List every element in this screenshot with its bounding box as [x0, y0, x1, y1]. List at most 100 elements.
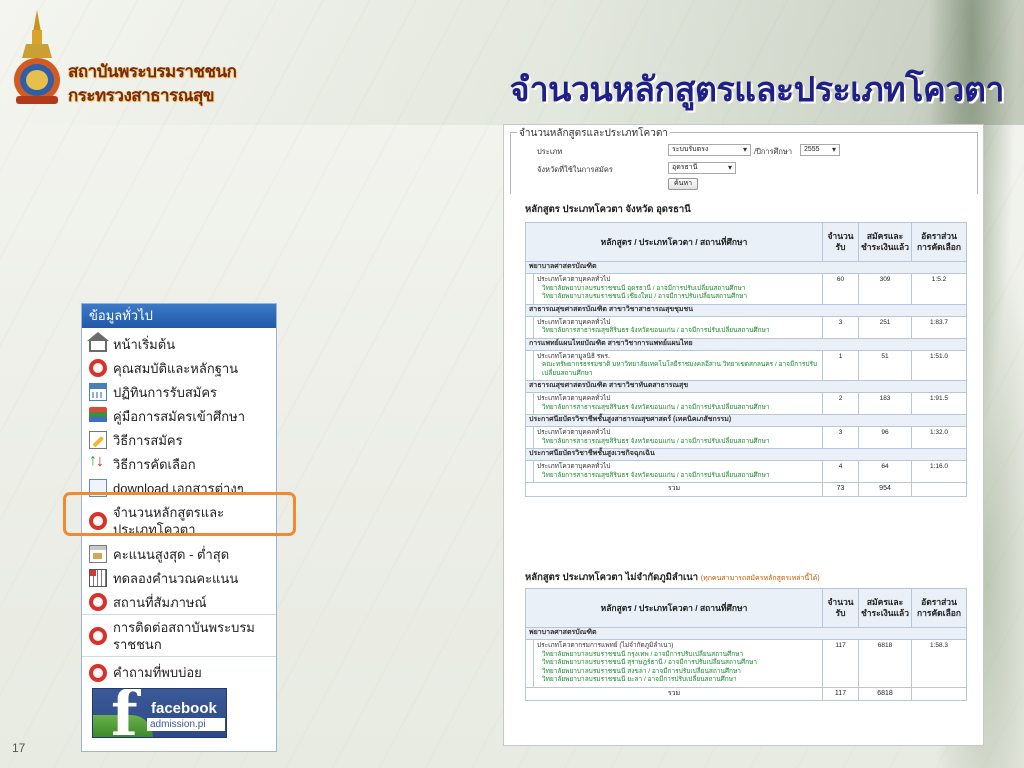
- course-group-row: ประกาศนียบัตรวิชาชีพชั้นสูงเวชกิจฉุกเฉิน: [524, 448, 968, 461]
- column-header: อัตราส่วนการคัดเลือก: [911, 588, 968, 628]
- course-name: การแพทย์แผนไทยบัณฑิต สาขาวิชาการแพทย์แผน…: [524, 337, 968, 351]
- facebook-account: admission.pi: [147, 718, 225, 731]
- course-detail-cell: ประเภทโควตามูลนิธิ รพร. คณะทรัพยากรธรรมช…: [532, 349, 824, 381]
- lifebuoy-icon: [89, 663, 107, 682]
- course-group-row: ประกาศนียบัตรวิชาชีพชั้นสูงสาธารณสุขศาสต…: [524, 414, 968, 427]
- menu-item-contact[interactable]: การติดต่อสถาบันพระบรม ราชชนก: [82, 614, 276, 656]
- study-place: คณะทรัพยากรธรรมชาติ มหาวิทยาลัยเทคโนโลยี…: [542, 361, 818, 377]
- selection-ratio: 1:58.3: [911, 639, 968, 688]
- menu-item-interview-place[interactable]: สถานที่สัมภาษณ์: [82, 590, 276, 614]
- total-quota: 117: [822, 686, 860, 701]
- menu-item-qualifications[interactable]: คุณสมบัติและหลักฐาน: [82, 356, 276, 380]
- year-select[interactable]: 2555: [800, 144, 840, 156]
- quota-count: 3: [822, 315, 860, 339]
- quota-type: ประเภทโควตาบุคคลทั่วไป: [537, 395, 611, 402]
- course-name: พยาบาลศาสตรบัณฑิต: [524, 261, 968, 274]
- table-header-row: หลักสูตร / ประเภทโควตา / สถานที่ศึกษา จำ…: [524, 222, 968, 262]
- organization-line-1: สถาบันพระบรมราชชนก: [68, 62, 237, 82]
- section-title-nationwide: หลักสูตร ประเภทโควตา ไม่จำกัดภูมิลำเนา (…: [525, 570, 820, 585]
- quota-type: ประเภทโควตาบุคคลทั่วไป: [537, 276, 611, 283]
- lifebuoy-icon: [89, 359, 107, 377]
- quota-results-panel: จำนวนหลักสูตรและประเภทโควตา ประเภท ระบบร…: [503, 124, 984, 746]
- books-icon: [89, 407, 107, 425]
- applied-count: 6818: [858, 639, 913, 688]
- applied-count: 64: [858, 460, 913, 483]
- organization-name: สถาบันพระบรมราชชนก กระทรวงสาธารณสุข: [68, 60, 237, 108]
- quota-count: 2: [822, 392, 860, 415]
- organization-line-2: กระทรวงสาธารณสุข: [68, 86, 214, 106]
- menu-list: หน้าเริ่มต้น คุณสมบัติและหลักฐาน ปฏิทินก…: [82, 328, 276, 688]
- menu-item-selection-method[interactable]: วิธีการคัดเลือก: [82, 452, 276, 476]
- menu-item-max-min-score[interactable]: คะแนนสูงสุด - ต่ำสุด: [82, 542, 276, 566]
- study-place: วิทยาลัยพยาบาลบรมราชชนนี กรุงเทพ / อาจมี…: [542, 650, 744, 658]
- total-label: รวม: [524, 482, 824, 497]
- menu-item-label: จำนวนหลักสูตรและประเภทโควตา: [113, 505, 225, 537]
- course-group-row: การแพทย์แผนไทยบัณฑิต สาขาวิชาการแพทย์แผน…: [524, 337, 968, 351]
- quota-count: 3: [822, 426, 860, 449]
- lifebuoy-icon: [89, 512, 107, 530]
- course-detail-cell: ประเภทโควตากรมการแพทย์ (ไม่จำกัดภูมิลำเน…: [532, 639, 824, 688]
- pencil-icon: [89, 431, 107, 449]
- column-header: สมัครและชำระเงินแล้ว: [858, 222, 913, 262]
- document-icon: [89, 479, 107, 497]
- type-select[interactable]: ระบบรับตรง: [668, 144, 751, 156]
- quota-count: 1: [822, 349, 860, 381]
- menu-item-label: สถานที่สัมภาษณ์: [113, 594, 207, 610]
- quota-type: ประเภทโควตากรมการแพทย์ (ไม่จำกัดภูมิลำเน…: [537, 642, 674, 649]
- lifebuoy-icon: [89, 593, 107, 611]
- menu-item-downloads[interactable]: download เอกสารต่างๆ: [82, 476, 276, 500]
- menu-item-label: ทดลองคำนวณคะแนน: [113, 570, 239, 586]
- course-group-row: พยาบาลศาสตรบัณฑิต: [524, 261, 968, 274]
- slide-number: 17: [12, 741, 26, 755]
- menu-item-manual[interactable]: คู่มือการสมัครเข้าศึกษา: [82, 404, 276, 428]
- course-group-row: สาธารณสุขศาสตรบัณฑิต สาขาวิชาสาธารณสุขชุ…: [524, 303, 968, 317]
- menu-item-calendar[interactable]: ปฏิทินการรับสมัคร: [82, 380, 276, 404]
- menu-item-label: หน้าเริ่มต้น: [113, 336, 176, 352]
- search-button[interactable]: ค้นหา: [668, 178, 698, 190]
- menu-item-faq[interactable]: คำถามที่พบบ่อย: [82, 656, 276, 688]
- menu-item-home[interactable]: หน้าเริ่มต้น: [82, 332, 276, 356]
- menu-item-label: ปฏิทินการรับสมัคร: [113, 384, 218, 400]
- course-name: ประกาศนียบัตรวิชาชีพชั้นสูงเวชกิจฉุกเฉิน: [524, 448, 968, 461]
- calculator-icon: [89, 569, 107, 587]
- year-label: /ปีการศึกษา: [754, 147, 793, 156]
- total-label: รวม: [524, 686, 824, 701]
- section-title-province: หลักสูตร ประเภทโควตา จังหวัด อุดรธานี: [525, 204, 691, 215]
- facebook-banner[interactable]: f facebook admission.pi: [92, 688, 227, 738]
- menu-item-label: download เอกสารต่างๆ: [113, 480, 244, 496]
- province-label: จังหวัดที่ใช้ในการสมัคร: [537, 165, 613, 174]
- facebook-label: facebook: [151, 700, 217, 717]
- menu-item-score-calculator[interactable]: ทดลองคำนวณคะแนน: [82, 566, 276, 590]
- selection-ratio: 1:51.0: [911, 349, 968, 381]
- course-name: พยาบาลศาสตรบัณฑิต: [524, 627, 968, 640]
- course-name: สาธารณสุขศาสตรบัณฑิต สาขาวิชาสาธารณสุขชุ…: [524, 303, 968, 317]
- quota-type: ประเภทโควตาบุคคลทั่วไป: [537, 463, 611, 470]
- general-info-menu: ข้อมูลทั่วไป หน้าเริ่มต้น คุณสมบัติและหล…: [81, 303, 277, 752]
- applied-count: 183: [858, 392, 913, 415]
- menu-item-quota-courses[interactable]: จำนวนหลักสูตรและประเภทโควตา: [82, 500, 276, 542]
- menu-item-how-to-apply[interactable]: วิธีการสมัคร: [82, 428, 276, 452]
- selection-ratio: 1:32.0: [911, 426, 968, 449]
- menu-item-label: วิธีการสมัคร: [113, 432, 183, 448]
- selection-ratio: 1:83.7: [911, 315, 968, 339]
- selection-ratio: 1:16.0: [911, 460, 968, 483]
- facebook-logo-icon: f: [111, 688, 138, 738]
- column-header: จำนวนรับ: [822, 222, 860, 262]
- calendar-icon: [89, 383, 107, 401]
- menu-item-label: คู่มือการสมัครเข้าศึกษา: [113, 408, 246, 424]
- menu-title: ข้อมูลทั่วไป: [82, 304, 276, 328]
- province-quota-table: หลักสูตร / ประเภทโควตา / สถานที่ศึกษา จำ…: [524, 222, 968, 497]
- study-place: วิทยาลัยการสาธารณสุขสิรินธร จังหวัดขอนแก…: [542, 403, 770, 411]
- type-label: ประเภท: [537, 147, 563, 156]
- column-header: อัตราส่วนการคัดเลือก: [911, 222, 968, 262]
- quota-count: 60: [822, 273, 860, 305]
- quota-count: 117: [822, 639, 860, 688]
- selection-ratio: 1:91.5: [911, 392, 968, 415]
- course-detail-cell: ประเภทโควตาบุคคลทั่วไป วิทยาลัยพยาบาลบรม…: [532, 273, 824, 305]
- province-select[interactable]: อุดรธานี: [668, 162, 736, 174]
- menu-item-label: วิธีการคัดเลือก: [113, 456, 196, 472]
- course-group-row: พยาบาลศาสตรบัณฑิต: [524, 627, 968, 640]
- study-place: วิทยาลัยการสาธารณสุขสิรินธร จังหวัดขอนแก…: [542, 327, 770, 334]
- column-header: สมัครและชำระเงินแล้ว: [858, 588, 913, 628]
- total-applied: 6818: [858, 686, 913, 701]
